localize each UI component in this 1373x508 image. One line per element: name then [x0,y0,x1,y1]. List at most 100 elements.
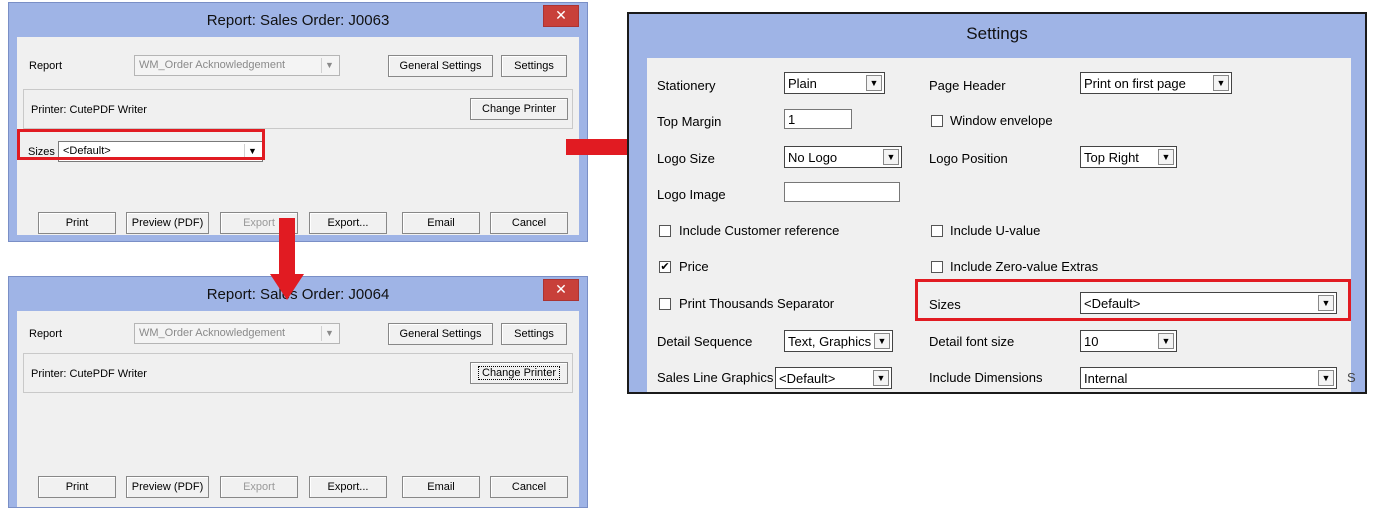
price-checkbox[interactable]: ✔ [659,261,671,273]
settings-title: Settings [966,24,1028,43]
export-dots-label: Export... [327,217,369,229]
report-label: Report [29,328,63,340]
email-label: Email [427,481,455,493]
report-label: Report [29,60,63,72]
include-u-value-checkbox[interactable] [931,225,943,237]
logo-position-select[interactable]: Top Right ▼ [1080,146,1177,168]
close-icon[interactable]: ✕ [543,5,579,27]
print-thousands-separator-checkbox[interactable] [659,298,671,310]
preview-pdf-label: Preview (PDF) [131,217,204,229]
detail-font-size-value: 10 [1084,334,1099,349]
logo-image-label: Logo Image [657,187,726,202]
chevron-down-icon: ▼ [1318,370,1334,386]
cancel-button[interactable]: Cancel [490,476,568,498]
change-printer-button[interactable]: Change Printer [470,98,568,120]
include-dimensions-label: Include Dimensions [929,370,1043,385]
page-header-value: Print on first page [1084,76,1186,91]
logo-position-value: Top Right [1084,150,1139,165]
email-button[interactable]: Email [402,476,480,498]
price-label: Price [679,259,709,274]
cut-off-label: S [1347,370,1356,385]
change-printer-label: Change Printer [482,103,556,115]
include-customer-reference-label: Include Customer reference [679,223,840,238]
settings-button[interactable]: Settings [501,323,567,345]
export-button-disabled: Export [220,476,298,498]
print-button[interactable]: Print [38,212,116,234]
arrow-down-icon [270,218,304,300]
include-zero-value-extras-checkbox[interactable] [931,261,943,273]
chevron-down-icon: ▼ [866,75,882,91]
check-mark-icon: ✔ [660,261,670,273]
settings-label: Settings [514,328,554,340]
detail-sequence-label: Detail Sequence [657,334,753,349]
settings-sizes-highlight-box [915,279,1351,321]
change-printer-label: Change Printer [478,366,560,380]
stationery-value: Plain [788,76,817,91]
window-envelope-label: Window envelope [950,113,1053,128]
sales-line-graphics-value: <Default> [779,371,836,386]
email-button[interactable]: Email [402,212,480,234]
export-dots-label: Export... [327,481,369,493]
preview-pdf-label: Preview (PDF) [131,481,204,493]
print-thousands-separator-label: Print Thousands Separator [679,296,835,311]
export-label: Export [243,481,275,493]
page-header-select[interactable]: Print on first page ▼ [1080,72,1232,94]
report-select[interactable]: WM_Order Acknowledgement ▼ [134,55,340,76]
detail-sequence-value: Text, Graphics [788,334,872,349]
top-margin-label: Top Margin [657,114,722,129]
top-margin-value: 1 [788,112,796,127]
include-dimensions-select[interactable]: Internal ▼ [1080,367,1337,389]
logo-image-input[interactable] [784,182,900,202]
stationery-select[interactable]: Plain ▼ [784,72,885,94]
settings-window: Settings Stationery Plain ▼ Page Header … [627,12,1367,394]
settings-title-bar[interactable]: Settings [629,14,1365,58]
detail-font-size-select[interactable]: 10 ▼ [1080,330,1177,352]
logo-size-select[interactable]: No Logo ▼ [784,146,902,168]
logo-size-value: No Logo [788,150,838,165]
general-settings-label: General Settings [399,60,482,72]
title-bar[interactable]: Report: Sales Order: J0063 ✕ [9,3,587,37]
print-button[interactable]: Print [38,476,116,498]
chevron-down-icon: ▼ [1158,149,1174,165]
settings-label: Settings [514,60,554,72]
general-settings-button[interactable]: General Settings [388,55,493,77]
report-select-value: WM_Order Acknowledgement [139,59,286,71]
close-icon[interactable]: ✕ [543,279,579,301]
include-customer-reference-checkbox[interactable] [659,225,671,237]
dialog-title: Report: Sales Order: J0063 [206,12,390,29]
export-dots-button[interactable]: Export... [309,476,387,498]
chevron-down-icon: ▼ [1213,75,1229,91]
print-label: Print [65,217,89,229]
chevron-down-icon: ▼ [321,326,337,341]
chevron-down-icon: ▼ [321,58,337,73]
sales-line-graphics-label: Sales Line Graphics [657,370,774,385]
printer-text: Printer: CutePDF Writer [31,104,147,116]
include-dimensions-value: Internal [1084,371,1128,386]
sizes-highlight-box [17,129,265,160]
export-dots-button[interactable]: Export... [309,212,387,234]
report-select[interactable]: WM_Order Acknowledgement ▼ [134,323,340,344]
chevron-down-icon: ▼ [883,149,899,165]
include-u-value-label: Include U-value [950,223,1041,238]
preview-pdf-button[interactable]: Preview (PDF) [126,476,209,498]
page-header-label: Page Header [929,78,1006,93]
printer-text: Printer: CutePDF Writer [31,368,147,380]
window-envelope-checkbox[interactable] [931,115,943,127]
report-dialog-j0063: Report: Sales Order: J0063 ✕ Report WM_O… [8,2,588,242]
logo-size-label: Logo Size [657,151,715,166]
general-settings-button[interactable]: General Settings [388,323,493,345]
window-frame-right [1351,58,1365,392]
window-frame-left [629,58,647,392]
chevron-down-icon: ▼ [873,370,889,386]
preview-pdf-button[interactable]: Preview (PDF) [126,212,209,234]
settings-button[interactable]: Settings [501,55,567,77]
sales-line-graphics-select[interactable]: <Default> ▼ [775,367,892,389]
cancel-button[interactable]: Cancel [490,212,568,234]
detail-sequence-select[interactable]: Text, Graphics ▼ [784,330,893,352]
top-margin-input[interactable]: 1 [784,109,852,129]
logo-position-label: Logo Position [929,151,1008,166]
cancel-label: Cancel [511,217,547,229]
cancel-label: Cancel [511,481,547,493]
general-settings-label: General Settings [399,328,482,340]
change-printer-button[interactable]: Change Printer [470,362,568,384]
